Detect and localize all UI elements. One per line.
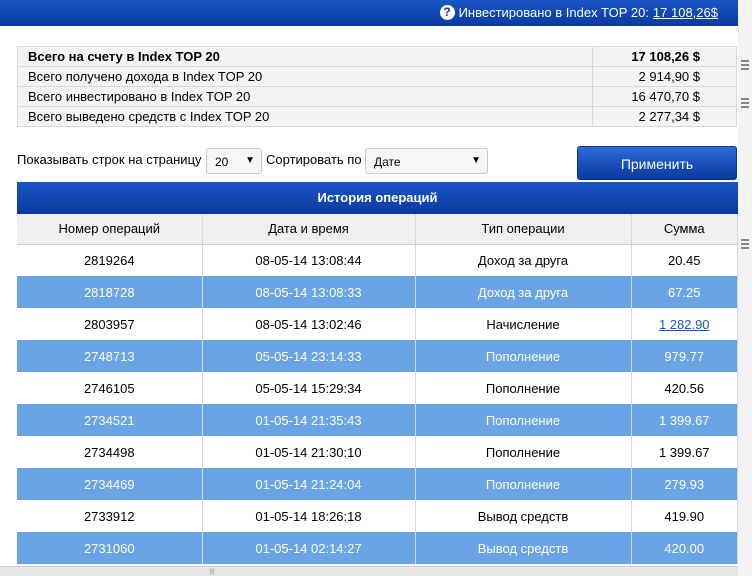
rows-per-page-select[interactable]: 20 ▼: [206, 148, 262, 174]
summary-row: Всего выведено средств с Index TOP 20 2 …: [17, 106, 737, 127]
dropdown-arrow-icon: ▼: [471, 155, 481, 166]
table-row: 2734521 01-05-14 21:35:43 Пополнение 1 3…: [17, 404, 738, 436]
operation-id: 2731060: [17, 532, 203, 564]
operations-history: История операций Номер операций Дата и в…: [17, 182, 738, 564]
operation-datetime: 01-05-14 02:14:27: [202, 532, 416, 564]
operation-amount: 1 399.67: [631, 404, 738, 436]
rows-per-page-value: 20: [215, 155, 229, 169]
operation-id: 2734521: [17, 404, 203, 436]
operation-amount: 420.56: [631, 372, 738, 404]
summary-value: 2 914,90 $: [592, 66, 737, 87]
account-summary-table: Всего на счету в Index TOP 20 17 108,26 …: [17, 46, 737, 127]
operation-amount: 67.25: [631, 276, 738, 308]
right-edge-icon: [741, 98, 749, 108]
operation-id: 2733912: [17, 500, 203, 532]
operation-id: 2746105: [17, 372, 203, 404]
operation-type: Доход за друга: [415, 276, 632, 308]
table-row: 2734498 01-05-14 21:30:10 Пополнение 1 3…: [17, 436, 738, 468]
table-row: 2734469 01-05-14 21:24:04 Пополнение 279…: [17, 468, 738, 500]
right-edge-icon: [741, 60, 749, 70]
operation-type: Начисление: [415, 308, 632, 340]
operation-amount: 979.77: [631, 340, 738, 372]
operation-amount-link[interactable]: 1 282.90: [659, 317, 710, 332]
table-row: 2733912 01-05-14 18:26:18 Вывод средств …: [17, 500, 738, 532]
operation-datetime: 05-05-14 15:29:34: [202, 372, 416, 404]
page-right-edge: [738, 0, 752, 576]
help-icon[interactable]: ?: [439, 5, 455, 20]
operation-datetime: 01-05-14 21:35:43: [202, 404, 416, 436]
summary-label: Всего инвестировано в Index TOP 20: [17, 86, 593, 107]
operation-id: 2734498: [17, 436, 203, 468]
operation-id: 2819264: [17, 244, 203, 276]
table-row: 2818728 08-05-14 13:08:33 Доход за друга…: [17, 276, 738, 308]
operation-type: Вывод средств: [415, 532, 632, 564]
column-header: Номер операций: [17, 214, 203, 245]
summary-label: Всего выведено средств с Index TOP 20: [17, 106, 593, 127]
operation-amount: 420.00: [631, 532, 738, 564]
operation-type: Пополнение: [415, 436, 632, 468]
column-header: Сумма: [631, 214, 738, 245]
operation-type: Пополнение: [415, 468, 632, 500]
column-header: Дата и время: [202, 214, 416, 245]
invested-amount-link[interactable]: 17 108,26$: [653, 5, 718, 20]
operation-datetime: 08-05-14 13:08:33: [202, 276, 416, 308]
operation-id: 2748713: [17, 340, 203, 372]
operation-type: Доход за друга: [415, 244, 632, 276]
operation-amount: 1 399.67: [631, 436, 738, 468]
operation-id: 2734469: [17, 468, 203, 500]
operation-datetime: 01-05-14 21:30:10: [202, 436, 416, 468]
invested-label: Инвестировано в Index TOP 20:: [458, 5, 649, 20]
dropdown-arrow-icon: ▼: [245, 155, 255, 166]
rows-per-page-label: Показывать строк на страницу: [17, 152, 202, 167]
summary-row: Всего инвестировано в Index TOP 20 16 47…: [17, 86, 737, 107]
summary-value: 2 277,34 $: [592, 106, 737, 127]
table-row: 2748713 05-05-14 23:14:33 Пополнение 979…: [17, 340, 738, 372]
column-header: Тип операции: [415, 214, 632, 245]
operation-id: 2818728: [17, 276, 203, 308]
summary-value: 16 470,70 $: [592, 86, 737, 107]
table-row: 2746105 05-05-14 15:29:34 Пополнение 420…: [17, 372, 738, 404]
top-bar: ? Инвестировано в Index TOP 20: 17 108,2…: [0, 0, 738, 26]
operation-datetime: 08-05-14 13:02:46: [202, 308, 416, 340]
operation-amount-cell: 1 282.90: [631, 308, 738, 340]
summary-label: Всего получено дохода в Index TOP 20: [17, 66, 593, 87]
operation-id: 2803957: [17, 308, 203, 340]
apply-button[interactable]: Применить: [577, 146, 737, 180]
operation-amount: 419.90: [631, 500, 738, 532]
operation-amount: 20.45: [631, 244, 738, 276]
operation-datetime: 01-05-14 21:24:04: [202, 468, 416, 500]
table-row: 2731060 01-05-14 02:14:27 Вывод средств …: [17, 532, 738, 564]
table-row: 2819264 08-05-14 13:08:44 Доход за друга…: [17, 244, 738, 276]
summary-row: Всего получено дохода в Index TOP 20 2 9…: [17, 66, 737, 87]
sort-by-value: Дате: [374, 155, 401, 169]
operation-type: Вывод средств: [415, 500, 632, 532]
operation-type: Пополнение: [415, 372, 632, 404]
operation-type: Пополнение: [415, 404, 632, 436]
history-title: История операций: [17, 182, 738, 214]
operation-datetime: 01-05-14 18:26:18: [202, 500, 416, 532]
table-controls: Показывать строк на страницу 20 ▼ Сортир…: [17, 146, 737, 180]
history-header-row: Номер операций Дата и время Тип операции…: [17, 214, 738, 245]
horizontal-scrollbar[interactable]: |||: [0, 566, 738, 576]
summary-row: Всего на счету в Index TOP 20 17 108,26 …: [17, 46, 737, 67]
operation-datetime: 08-05-14 13:08:44: [202, 244, 416, 276]
operation-datetime: 05-05-14 23:14:33: [202, 340, 416, 372]
right-edge-icon: [741, 239, 749, 249]
table-row: 2803957 08-05-14 13:02:46 Начисление 1 2…: [17, 308, 738, 340]
operation-amount: 279.93: [631, 468, 738, 500]
summary-label: Всего на счету в Index TOP 20: [17, 46, 593, 67]
operation-type: Пополнение: [415, 340, 632, 372]
sort-by-label: Сортировать по: [266, 152, 362, 167]
invested-summary: ? Инвестировано в Index TOP 20: 17 108,2…: [439, 5, 718, 20]
scrollbar-grip-icon[interactable]: |||: [205, 569, 219, 575]
sort-by-select[interactable]: Дате ▼: [365, 148, 488, 174]
summary-value: 17 108,26 $: [592, 46, 737, 67]
history-table: Номер операций Дата и время Тип операции…: [17, 214, 738, 564]
